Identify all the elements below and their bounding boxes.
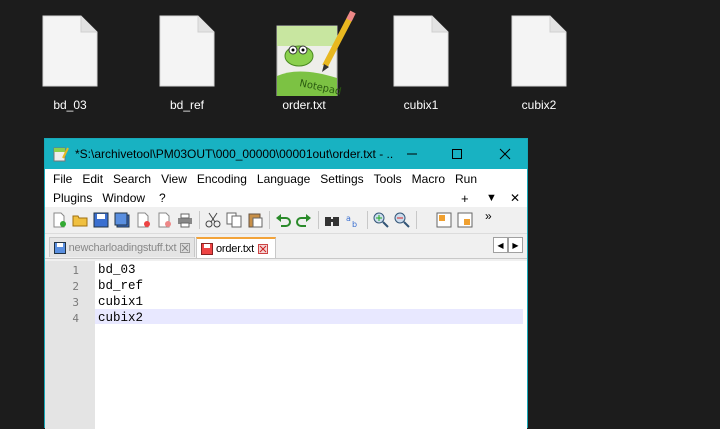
- cut-icon[interactable]: [205, 212, 221, 228]
- new-file-icon[interactable]: [51, 212, 67, 228]
- blank-file-icon: [392, 14, 450, 88]
- tab-order-txt[interactable]: order.txt: [196, 237, 276, 258]
- blank-file-icon: [158, 14, 216, 88]
- replace-icon[interactable]: ab: [345, 212, 361, 229]
- svg-text:b: b: [352, 220, 357, 228]
- menu-language[interactable]: Language: [252, 170, 315, 189]
- menu-help[interactable]: ?: [154, 189, 171, 208]
- toolbar: ab »: [45, 207, 527, 234]
- tab-newcharloadingstuff[interactable]: newcharloadingstuff.txt: [49, 237, 195, 257]
- blank-file-icon: [510, 14, 568, 88]
- menu-bar: File Edit Search View Encoding Language …: [45, 169, 527, 207]
- tab-close-icon: [257, 243, 268, 254]
- maximize-button[interactable]: [435, 139, 479, 169]
- menu-file[interactable]: File: [48, 170, 77, 189]
- copy-icon[interactable]: [226, 212, 242, 228]
- menu-encoding[interactable]: Encoding: [192, 170, 252, 189]
- zoom-out-icon[interactable]: [394, 212, 410, 228]
- toolbar-separator: [367, 211, 368, 229]
- menu-macro[interactable]: Macro: [407, 170, 450, 189]
- new-tab-plus-button[interactable]: +: [461, 189, 469, 208]
- tab-list-dropdown-button[interactable]: ▼: [486, 189, 497, 208]
- menu-window[interactable]: Window: [97, 189, 150, 208]
- notepad-plus-plus-file-icon: Notepad: [275, 10, 356, 96]
- code-line[interactable]: bd_03: [98, 263, 136, 277]
- notepad-plus-plus-window: *S:\archivetool\PM03OUT\000_00000\00001o…: [44, 138, 528, 429]
- tab-bar: newcharloadingstuff.txt order.txt ◀ ▶: [45, 234, 527, 259]
- file-label: cubix2: [521, 98, 557, 112]
- toolbar-separator: [318, 211, 319, 229]
- close-button[interactable]: [483, 139, 527, 169]
- menu-run[interactable]: Run: [450, 170, 482, 189]
- unsaved-file-icon: [201, 242, 213, 255]
- zoom-in-icon[interactable]: [373, 212, 389, 228]
- saved-file-icon: [54, 241, 66, 254]
- toolbar-separator: [199, 211, 200, 229]
- svg-text:a: a: [346, 214, 351, 223]
- print-icon[interactable]: [177, 212, 193, 228]
- desktop-file-cubix2[interactable]: cubix2: [494, 14, 584, 112]
- desktop-file-order-txt[interactable]: Notepad order.txt: [259, 10, 356, 112]
- close-all-icon[interactable]: [156, 212, 172, 228]
- undo-icon[interactable]: [275, 212, 291, 228]
- line-number: 3: [72, 296, 79, 309]
- line-number: 4: [72, 312, 79, 325]
- find-icon[interactable]: [324, 212, 340, 228]
- code-line[interactable]: cubix2: [98, 311, 143, 325]
- minimize-button[interactable]: [390, 139, 434, 169]
- tab-label: order.txt: [216, 242, 254, 255]
- file-label: order.txt: [282, 98, 326, 112]
- editor-area[interactable]: 1 2 3 4 bd_03 bd_ref cubix1 cubix2: [45, 261, 527, 429]
- sync-horizontal-icon[interactable]: [457, 212, 473, 228]
- file-label: bd_ref: [169, 98, 205, 112]
- tab-scroll-left-icon[interactable]: ◀: [493, 237, 508, 253]
- code-line[interactable]: cubix1: [98, 295, 143, 309]
- tab-label: newcharloadingstuff.txt: [68, 241, 177, 254]
- desktop-file-cubix1[interactable]: cubix1: [376, 14, 466, 112]
- open-folder-icon[interactable]: [72, 212, 88, 228]
- code-line[interactable]: bd_ref: [98, 279, 143, 293]
- close-file-icon[interactable]: [135, 212, 151, 228]
- sync-vertical-icon[interactable]: [436, 212, 452, 228]
- toolbar-separator: [269, 211, 270, 229]
- save-all-icon[interactable]: [114, 212, 130, 228]
- toolbar-separator: [416, 211, 417, 229]
- desktop-file-bd_03[interactable]: bd_03: [25, 14, 115, 112]
- current-line-highlight: [95, 309, 523, 324]
- menu-settings[interactable]: Settings: [315, 170, 368, 189]
- file-label: cubix1: [403, 98, 439, 112]
- line-number: 1: [72, 264, 79, 277]
- window-title: *S:\archivetool\PM03OUT\000_00000\00001o…: [75, 147, 393, 161]
- toolbar-overflow-icon[interactable]: »: [485, 209, 492, 225]
- desktop-file-bd_ref[interactable]: bd_ref: [142, 14, 232, 112]
- menu-tools[interactable]: Tools: [369, 170, 407, 189]
- menu-view[interactable]: View: [156, 170, 192, 189]
- save-icon[interactable]: [93, 212, 109, 228]
- line-number: 2: [72, 280, 79, 293]
- close-document-button[interactable]: ✕: [510, 189, 520, 208]
- tab-scroll-right-icon[interactable]: ▶: [508, 237, 523, 253]
- menu-edit[interactable]: Edit: [77, 170, 108, 189]
- menu-search[interactable]: Search: [108, 170, 156, 189]
- paste-icon[interactable]: [247, 212, 263, 228]
- file-label: bd_03: [53, 98, 87, 112]
- blank-file-icon: [41, 14, 99, 88]
- notepad-plus-plus-app-icon: [53, 146, 69, 162]
- title-bar[interactable]: *S:\archivetool\PM03OUT\000_00000\00001o…: [45, 139, 527, 169]
- menu-plugins[interactable]: Plugins: [48, 189, 97, 208]
- redo-icon[interactable]: [296, 212, 312, 228]
- tab-close-icon: [180, 242, 190, 253]
